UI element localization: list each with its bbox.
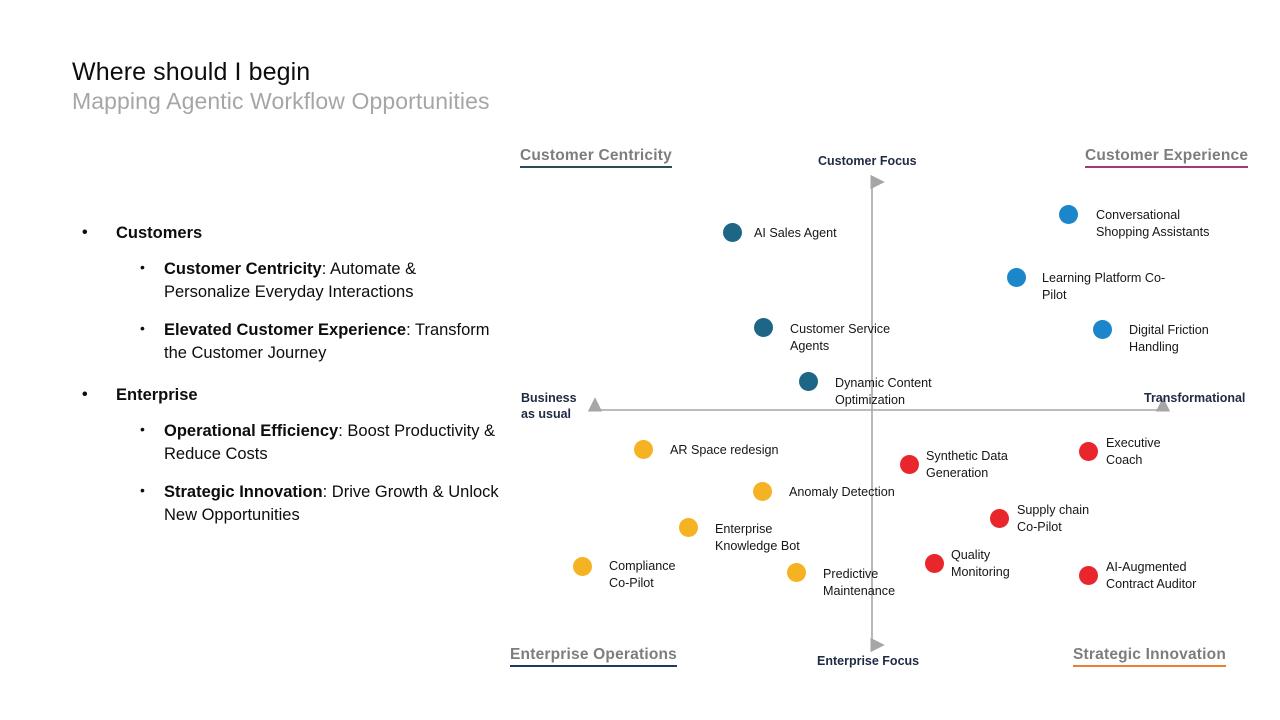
bullet-lead: Customer Centricity: [164, 260, 322, 279]
scatter-point-label: Dynamic Content Optimization: [835, 376, 932, 407]
bullet-lead: Strategic Innovation: [164, 483, 323, 502]
quadrant-label-enterprise-operations: Enterprise Operations: [510, 646, 677, 667]
bullet-marker: •: [82, 224, 88, 241]
scatter-point-label: Supply chain Co-Pilot: [1017, 503, 1090, 534]
scatter-point-label: Digital Friction Handling: [1129, 323, 1209, 354]
bullet-level1-enterprise: • Enterprise: [72, 384, 502, 406]
scatter-point-label: Customer Service Agents: [790, 322, 891, 353]
scatter-point-label: Predictive Maintenance: [823, 567, 896, 598]
scatter-point[interactable]: [1078, 565, 1098, 585]
bullet-level2-operational-efficiency: • Operational Efficiency: Boost Producti…: [72, 420, 502, 465]
bullet-lead: Operational Efficiency: [164, 422, 339, 441]
axis-label-customer-focus: Customer Focus: [818, 154, 917, 168]
axis-label-transformational: Transformational: [1144, 391, 1246, 405]
scatter-point[interactable]: [1078, 441, 1098, 461]
scatter-point[interactable]: [1058, 204, 1078, 224]
axis-label-business-as-usual: Business as usual: [521, 391, 577, 421]
quadrant-label-customer-experience: Customer Experience: [1085, 147, 1249, 168]
bullet-level1-customers: • Customers: [72, 222, 502, 244]
scatter-point[interactable]: [786, 562, 806, 582]
scatter-point[interactable]: [924, 553, 944, 573]
bullet-marker: •: [140, 320, 145, 337]
page-subtitle: Mapping Agentic Workflow Opportunities: [72, 88, 490, 114]
scatter-point[interactable]: [753, 317, 773, 337]
bullet-list: • Customers • Customer Centricity: Autom…: [72, 222, 502, 542]
scatter-point[interactable]: [678, 517, 698, 537]
scatter-point-label: Anomaly Detection: [789, 485, 895, 499]
bullet-level2-customer-centricity: • Customer Centricity: Automate & Person…: [72, 258, 502, 303]
axis-label-enterprise-focus: Enterprise Focus: [817, 654, 920, 668]
scatter-point[interactable]: [899, 454, 919, 474]
bullet-lead: Elevated Customer Experience: [164, 321, 407, 340]
bullet-marker: •: [140, 259, 145, 276]
bullet-text: Enterprise: [116, 386, 198, 405]
scatter-point[interactable]: [633, 439, 653, 459]
scatter-point-label: AR Space redesign: [670, 443, 779, 457]
bullet-marker: •: [140, 482, 145, 499]
bullet-text: Customers: [116, 224, 203, 242]
scatter-point[interactable]: [989, 508, 1009, 528]
quadrant-label-customer-centricity: Customer Centricity: [520, 147, 672, 168]
bullet-marker: •: [82, 386, 88, 404]
scatter-point-label: Compliance Co-Pilot: [609, 559, 676, 590]
scatter-point[interactable]: [752, 481, 772, 501]
scatter-point[interactable]: [722, 222, 742, 242]
scatter-point[interactable]: [1006, 267, 1026, 287]
scatter-point-label: Synthetic Data Generation: [926, 449, 1008, 480]
scatter-point[interactable]: [572, 556, 592, 576]
page-title: Where should I begin: [72, 58, 311, 86]
scatter-point-label: Enterprise Knowledge Bot: [715, 522, 800, 553]
scatter-point-label: AI-Augmented Contract Auditor: [1106, 560, 1197, 591]
bullet-level2-strategic-innovation: • Strategic Innovation: Drive Growth & U…: [72, 481, 502, 526]
bullet-marker: •: [140, 421, 145, 438]
scatter-point-label: Quality Monitoring: [951, 548, 1010, 579]
scatter-point[interactable]: [1092, 319, 1112, 339]
scatter-point-label: AI Sales Agent: [754, 226, 837, 240]
quadrant-label-strategic-innovation: Strategic Innovation: [1073, 646, 1226, 667]
scatter-point-label: Learning Platform Co- Pilot: [1042, 271, 1166, 302]
scatter-point-label: Executive Coach: [1106, 436, 1161, 467]
scatter-point-label: Conversational Shopping Assistants: [1096, 208, 1210, 239]
scatter-point[interactable]: [798, 371, 818, 391]
bullet-level2-elevated-customer-experience: • Elevated Customer Experience: Transfor…: [72, 319, 502, 364]
